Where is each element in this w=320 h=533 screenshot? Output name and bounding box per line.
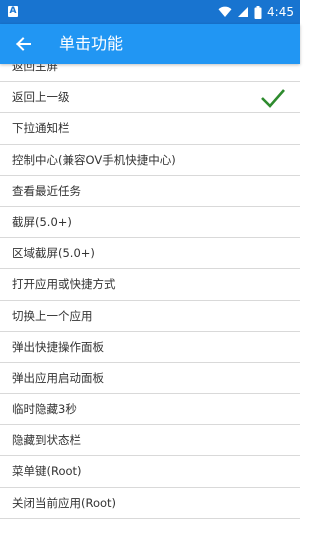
function-list-items: 返回主屏返回上一级下拉通知栏控制中心(兼容OV手机快捷中心) 查看最近任务 截屏(5…: [0, 64, 300, 519]
list-item[interactable]: 弹出快捷操作面板: [0, 332, 300, 363]
list-item[interactable]: 关闭当前应用(Root): [0, 488, 300, 519]
list-item[interactable]: 截屏(5.0+): [0, 207, 300, 239]
signal-icon: [238, 7, 249, 17]
list-item-label: 切换上一个应用: [12, 308, 93, 323]
list-item[interactable]: 临时隐藏3秒: [0, 394, 300, 426]
list-item-label: 控制中心(兼容OV手机快捷中心): [12, 152, 176, 167]
list-item-label: 关闭当前应用(Root): [12, 495, 117, 510]
status-bar: A 4:45: [0, 0, 300, 24]
list-item[interactable]: 弹出应用启动面板: [0, 363, 300, 395]
list-item-label: 查看最近任务: [12, 183, 81, 198]
wifi-icon: [218, 6, 232, 17]
list-item-label: 截屏(5.0+): [12, 214, 72, 229]
function-list[interactable]: 返回主屏返回上一级下拉通知栏控制中心(兼容OV手机快捷中心) 查看最近任务 截屏(5…: [0, 64, 300, 533]
list-item-label: 返回主屏: [12, 64, 58, 73]
list-item[interactable]: 返回上一级: [0, 82, 300, 114]
list-item-label: 打开应用或快捷方式: [12, 277, 116, 292]
list-item[interactable]: 切换上一个应用: [0, 301, 300, 332]
list-item-label: 弹出快捷操作面板: [12, 339, 104, 354]
page-title: 单击功能: [59, 34, 124, 53]
list-item-label: 临时隐藏3秒: [12, 402, 77, 417]
list-item[interactable]: 打开应用或快捷方式: [0, 269, 300, 301]
arrow-back-icon: [16, 37, 31, 51]
list-item[interactable]: 返回主屏: [0, 64, 300, 83]
checkmark-icon: [261, 89, 285, 109]
list-item[interactable]: 区域截屏(5.0+): [0, 238, 300, 270]
list-item[interactable]: 控制中心(兼容OV手机快捷中心): [0, 145, 300, 176]
list-item-label: 菜单键(Root): [12, 464, 82, 479]
app-bar: 单击功能: [0, 24, 300, 64]
list-item[interactable]: 隐藏到状态栏: [0, 425, 300, 457]
status-time: 4:45: [267, 5, 294, 19]
back-button[interactable]: [10, 31, 36, 57]
list-item-label: 下拉通知栏: [12, 121, 70, 136]
list-item-label: 区域截屏(5.0+): [12, 246, 95, 261]
list-item[interactable]: 菜单键(Root): [0, 456, 300, 488]
notification-app-icon: A: [8, 6, 18, 17]
list-item[interactable]: 下拉通知栏: [0, 113, 300, 145]
list-item-label: 弹出应用启动面板: [12, 370, 104, 385]
status-icons: 4:45: [218, 0, 294, 24]
list-item-label: 返回上一级: [12, 90, 70, 105]
list-item[interactable]: 查看最近任务: [0, 176, 300, 207]
battery-icon: [254, 5, 262, 19]
list-item-label: 隐藏到状态栏: [12, 433, 81, 448]
